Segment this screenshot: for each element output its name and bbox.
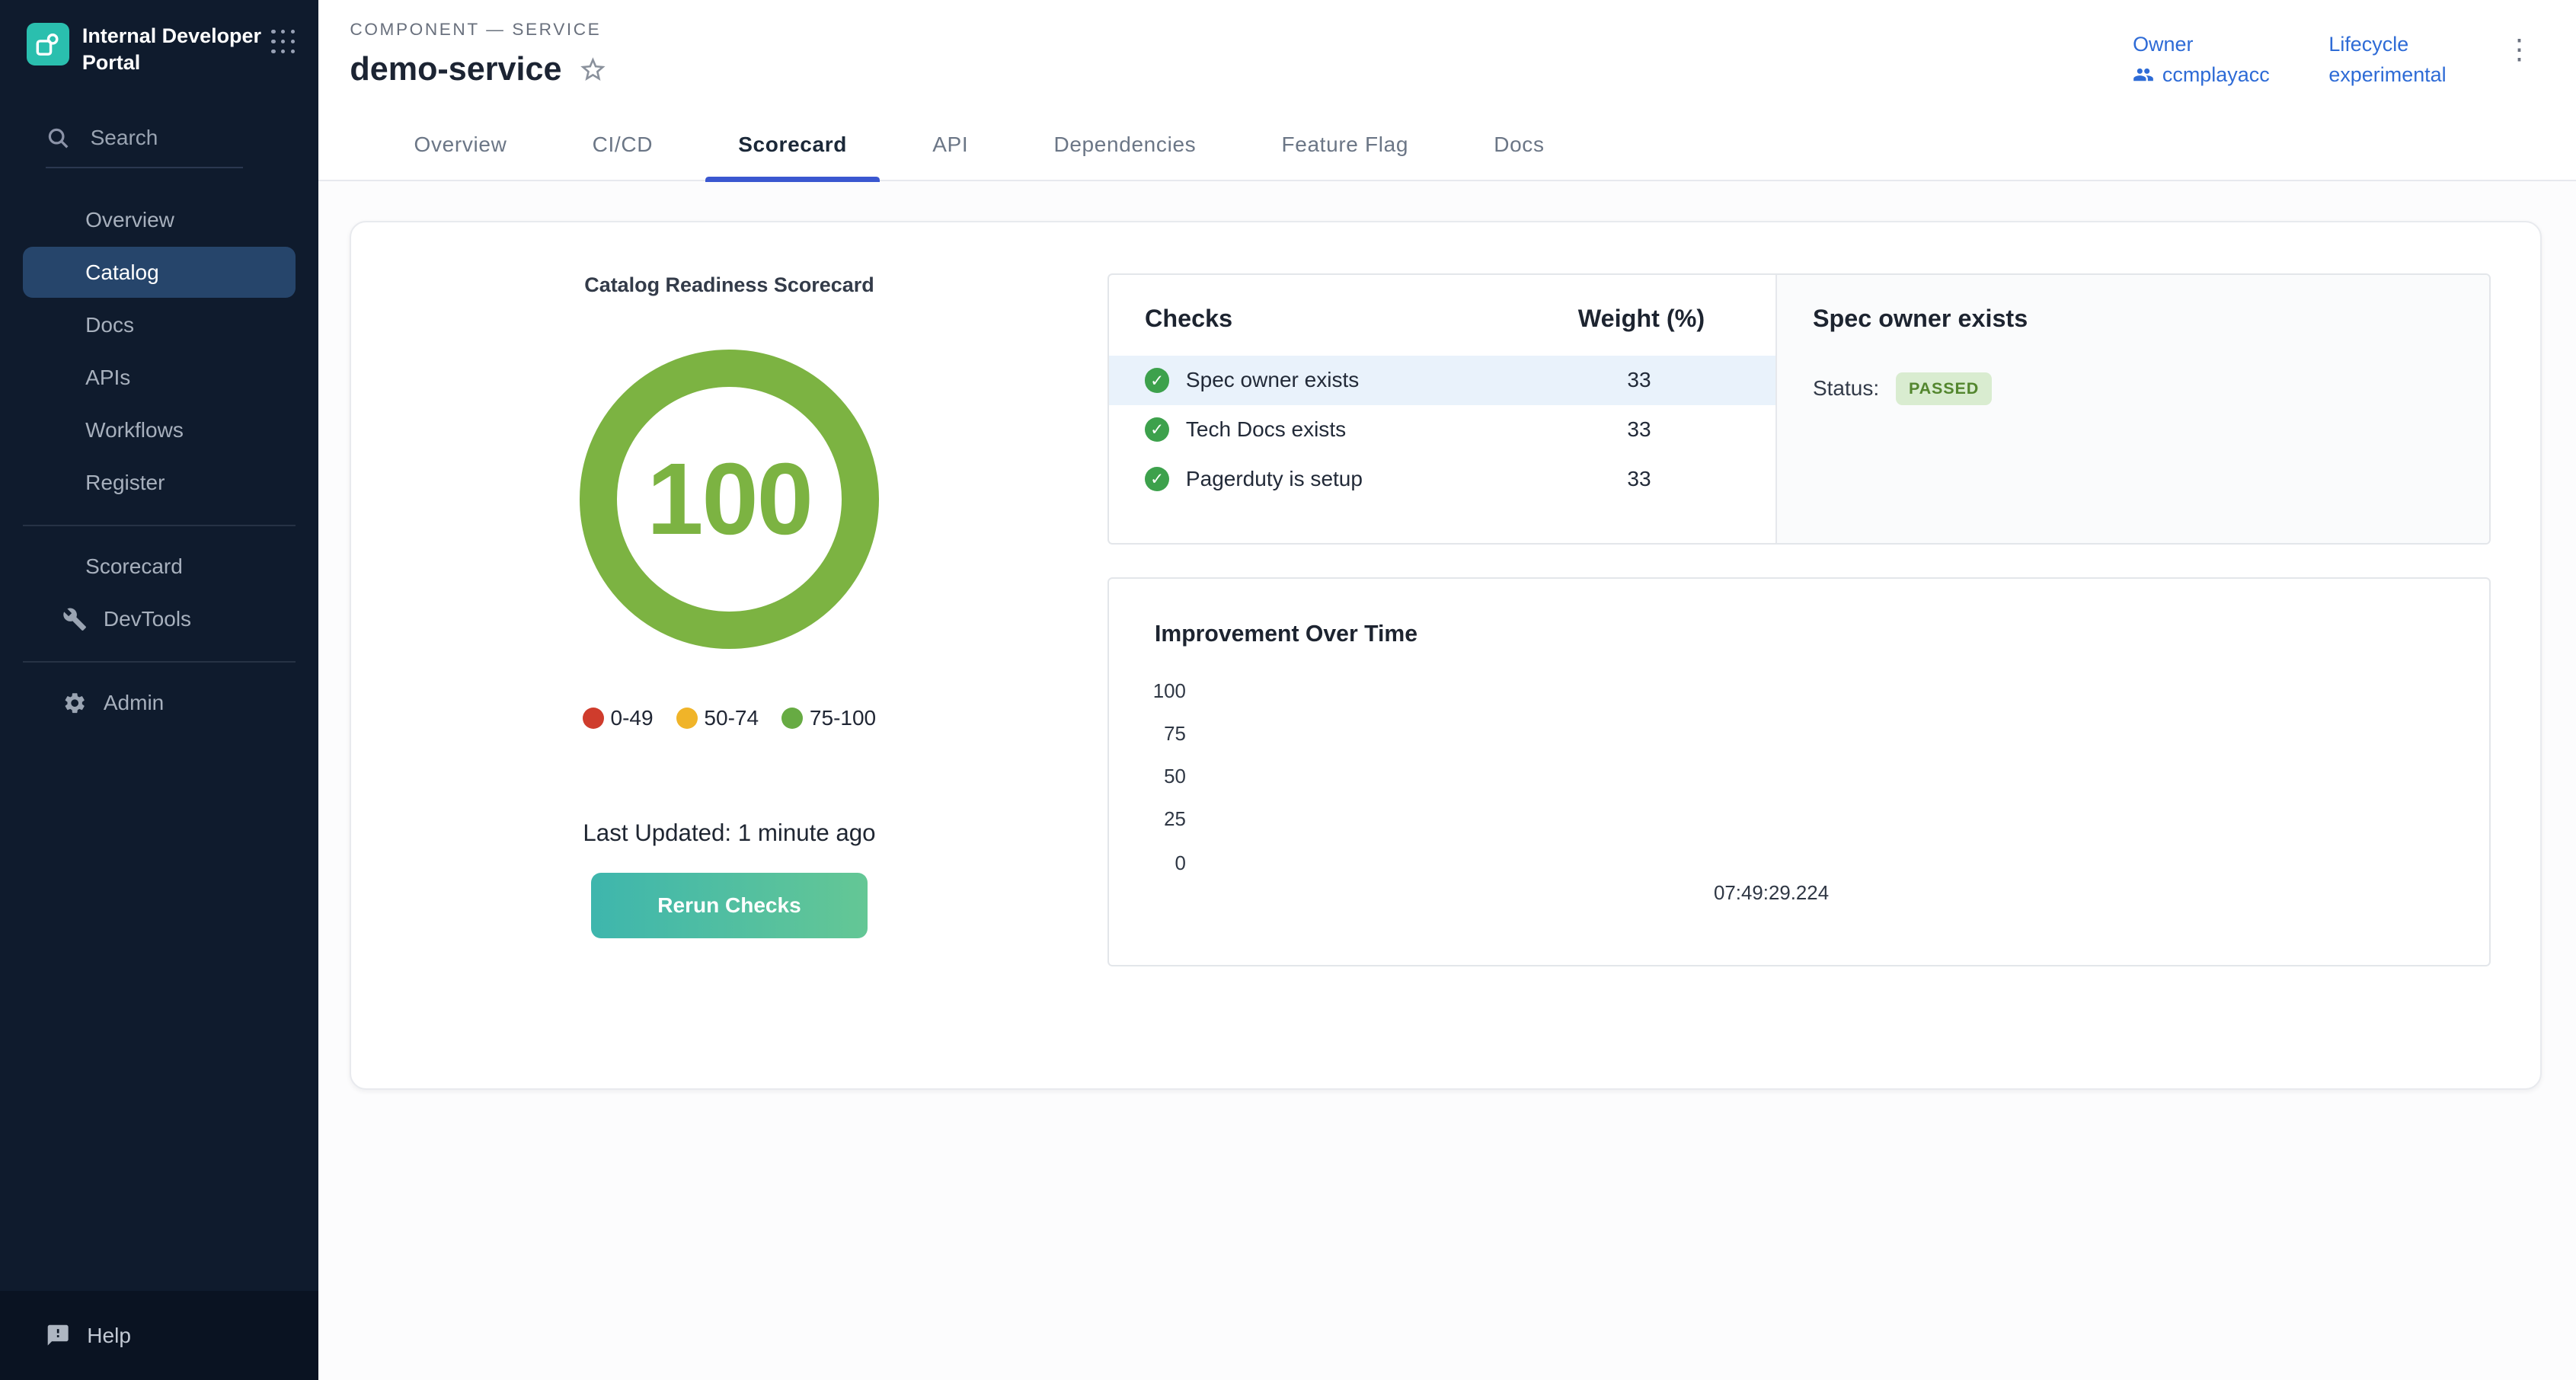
scorecard-details: Checks Weight (%) ✓ Spec owner exists 33… xyxy=(1107,222,2540,1088)
portal-title: Internal Developer Portal xyxy=(82,23,271,76)
sidebar-nav: Overview Catalog Docs APIs Workflows Reg… xyxy=(0,194,318,730)
lifecycle-label: Lifecycle xyxy=(2328,33,2446,56)
search-icon xyxy=(46,126,70,150)
rerun-checks-button[interactable]: Rerun Checks xyxy=(591,873,867,938)
tab-api[interactable]: API xyxy=(900,108,1001,180)
checks-panel: Checks Weight (%) ✓ Spec owner exists 33… xyxy=(1107,273,2491,545)
y-axis-tick: 50 xyxy=(1109,766,1186,788)
entity-header-right: Owner ccmplayacc Lifecycle experimental xyxy=(2133,20,2543,88)
score-gauge: 100 xyxy=(580,350,879,649)
owner-label: Owner xyxy=(2133,33,2270,56)
sidebar-logo-row: Internal Developer Portal xyxy=(0,0,318,76)
scorecard-card: Catalog Readiness Scorecard 100 0-49 50-… xyxy=(350,221,2541,1090)
lifecycle-block[interactable]: Lifecycle experimental xyxy=(2328,33,2446,87)
check-circle-icon: ✓ xyxy=(1145,417,1169,442)
tab-dependencies[interactable]: Dependencies xyxy=(1021,108,1229,180)
legend-dot-amber xyxy=(676,708,698,729)
search-label: Search xyxy=(91,126,158,150)
sidebar-item-overview[interactable]: Overview xyxy=(23,194,296,245)
idp-logo-icon xyxy=(27,23,69,65)
scorecard-summary: Catalog Readiness Scorecard 100 0-49 50-… xyxy=(351,222,1107,1088)
check-row-pagerduty[interactable]: ✓ Pagerduty is setup 33 xyxy=(1109,454,1775,503)
legend-item-mid: 50-74 xyxy=(676,706,759,730)
status-label: Status: xyxy=(1813,376,1879,401)
entity-header: COMPONENT — SERVICE demo-service Owner xyxy=(318,0,2576,88)
check-circle-icon: ✓ xyxy=(1145,467,1169,491)
checks-list-header: Checks Weight (%) xyxy=(1109,305,1775,356)
entity-kind-breadcrumb: COMPONENT — SERVICE xyxy=(350,20,607,40)
favorite-star-icon[interactable] xyxy=(578,55,608,85)
tab-feature-flag[interactable]: Feature Flag xyxy=(1248,108,1441,180)
check-row-spec-owner[interactable]: ✓ Spec owner exists 33 xyxy=(1109,356,1775,405)
sidebar-search[interactable]: Search xyxy=(46,126,243,168)
main-area: COMPONENT — SERVICE demo-service Owner xyxy=(318,0,2576,1380)
check-status-row: Status: PASSED xyxy=(1813,372,2453,405)
wrench-icon xyxy=(62,607,87,631)
sidebar-item-scorecard[interactable]: Scorecard xyxy=(23,541,296,592)
check-circle-icon: ✓ xyxy=(1145,368,1169,392)
checks-column-header: Checks xyxy=(1145,305,1578,333)
kebab-menu-icon[interactable]: ⋮ xyxy=(2495,33,2543,67)
sidebar-item-workflows[interactable]: Workflows xyxy=(23,404,296,455)
tab-overview[interactable]: Overview xyxy=(381,108,539,180)
help-chat-icon xyxy=(46,1323,70,1347)
entity-header-left: COMPONENT — SERVICE demo-service xyxy=(350,20,607,88)
people-icon xyxy=(2133,64,2154,85)
sidebar-divider xyxy=(23,525,296,526)
sidebar-item-help[interactable]: Help xyxy=(0,1291,318,1379)
improvement-chart-panel: Improvement Over Time 100 75 50 25 0 07:… xyxy=(1107,577,2491,966)
sidebar-item-admin[interactable]: Admin xyxy=(23,677,296,728)
sidebar-item-register[interactable]: Register xyxy=(23,457,296,508)
tab-docs[interactable]: Docs xyxy=(1461,108,1577,180)
sidebar-spacer xyxy=(0,730,318,1291)
legend-dot-green xyxy=(781,708,803,729)
owner-value: ccmplayacc xyxy=(2162,63,2270,87)
scorecard-title: Catalog Readiness Scorecard xyxy=(584,273,874,297)
check-detail-panel: Spec owner exists Status: PASSED xyxy=(1775,275,2490,543)
sidebar-divider xyxy=(23,661,296,663)
legend-item-low: 0-49 xyxy=(583,706,654,730)
owner-value-row: ccmplayacc xyxy=(2133,63,2270,87)
y-axis-tick: 75 xyxy=(1109,724,1186,746)
lifecycle-value: experimental xyxy=(2328,63,2446,87)
last-updated-text: Last Updated: 1 minute ago xyxy=(583,819,875,847)
legend-dot-red xyxy=(583,708,604,729)
sidebar-item-devtools[interactable]: DevTools xyxy=(23,593,296,644)
tab-cicd[interactable]: CI/CD xyxy=(559,108,686,180)
score-legend: 0-49 50-74 75-100 xyxy=(583,706,876,730)
score-value: 100 xyxy=(647,441,812,557)
apps-grid-icon[interactable] xyxy=(271,30,296,54)
sidebar: Internal Developer Portal Search Overvie… xyxy=(0,0,318,1380)
y-axis-tick: 25 xyxy=(1109,809,1186,831)
legend-item-high: 75-100 xyxy=(781,706,876,730)
sidebar-item-docs[interactable]: Docs xyxy=(23,299,296,350)
weight-column-header: Weight (%) xyxy=(1578,305,1743,333)
checks-list: Checks Weight (%) ✓ Spec owner exists 33… xyxy=(1109,275,1775,543)
y-axis-tick: 0 xyxy=(1109,853,1186,875)
x-axis-label: 07:49:29.224 xyxy=(1714,883,1829,905)
check-detail-title: Spec owner exists xyxy=(1813,305,2453,333)
gear-icon xyxy=(62,691,87,715)
entity-tabs: Overview CI/CD Scorecard API Dependencie… xyxy=(318,108,2576,182)
title-row: demo-service xyxy=(350,51,607,88)
app-window: Internal Developer Portal Search Overvie… xyxy=(0,0,2576,1380)
y-axis-tick: 100 xyxy=(1109,681,1186,703)
owner-block[interactable]: Owner ccmplayacc xyxy=(2133,33,2270,87)
sidebar-item-apis[interactable]: APIs xyxy=(23,352,296,403)
content-area: Catalog Readiness Scorecard 100 0-49 50-… xyxy=(318,181,2576,1379)
page-title: demo-service xyxy=(350,51,561,88)
tab-scorecard[interactable]: Scorecard xyxy=(705,108,880,180)
chart-title: Improvement Over Time xyxy=(1155,621,2443,647)
check-row-tech-docs[interactable]: ✓ Tech Docs exists 33 xyxy=(1109,405,1775,455)
sidebar-item-catalog[interactable]: Catalog xyxy=(23,247,296,298)
status-badge: PASSED xyxy=(1896,372,1993,405)
